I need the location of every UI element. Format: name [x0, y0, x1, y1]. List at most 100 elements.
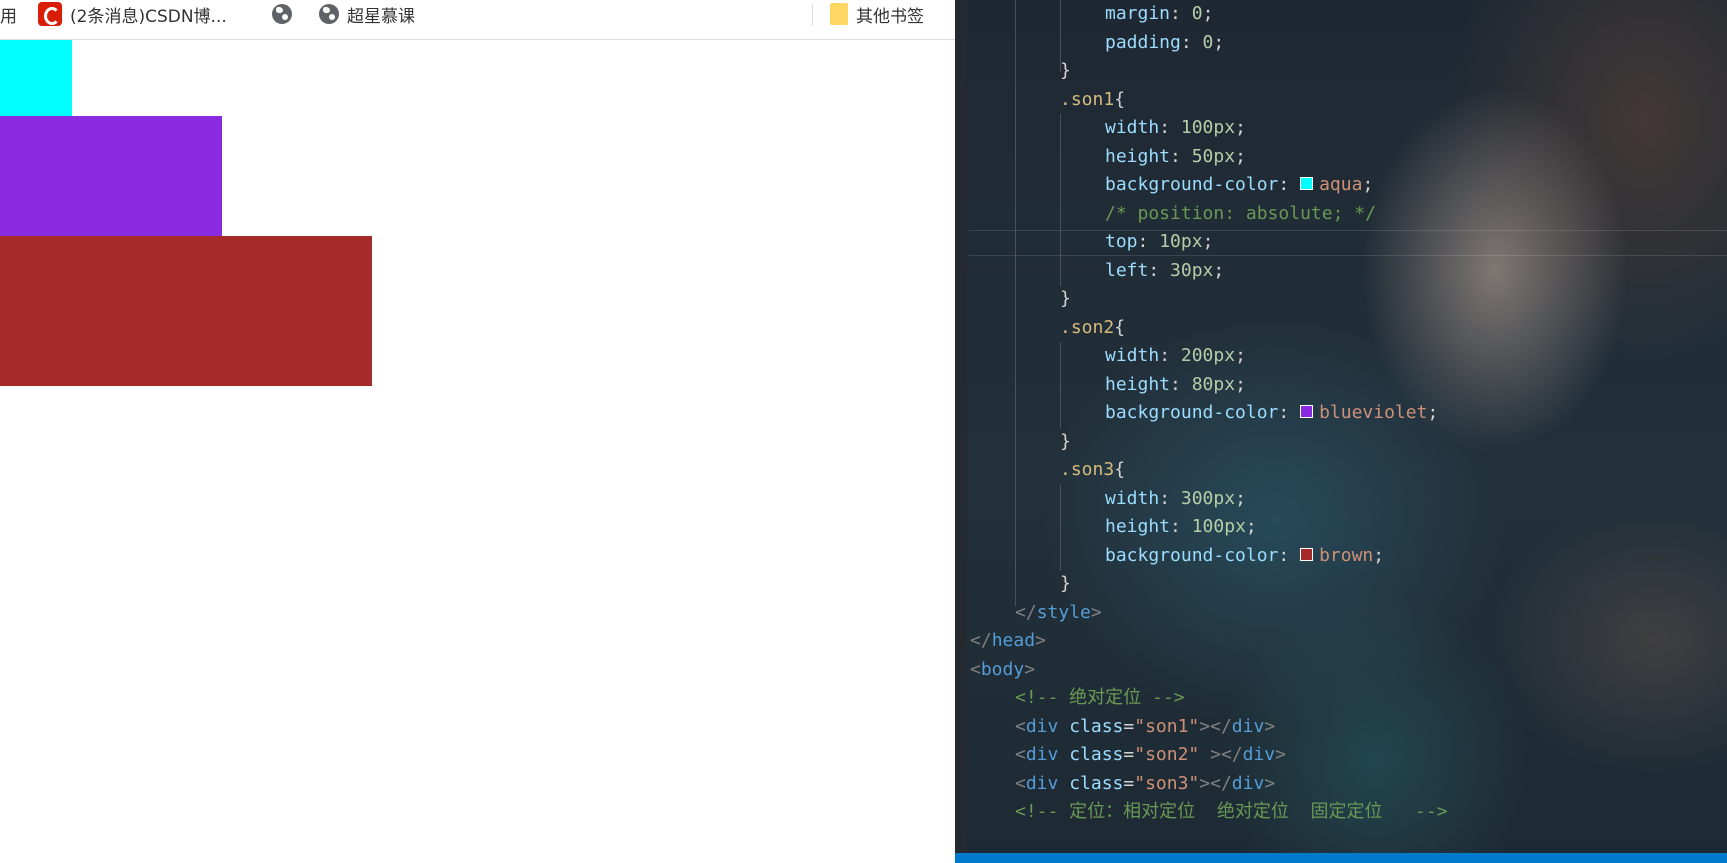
current-line-highlight	[969, 230, 1727, 256]
indent-guide	[1060, 342, 1061, 428]
code-token: <	[970, 658, 981, 680]
code-token: ;	[1202, 231, 1214, 252]
code-token: ;	[1235, 345, 1246, 366]
bookmark-unnamed[interactable]	[272, 0, 300, 28]
code-editor[interactable]: margin: 0; padding: 0;} .son1{width: 100px…	[955, 0, 1727, 863]
color-swatch-icon[interactable]	[1300, 405, 1314, 418]
code-token: }	[1060, 430, 1071, 452]
code-token: width	[1105, 117, 1160, 138]
code-token: :	[1159, 487, 1181, 509]
bookmark-label: 其他书签	[856, 6, 924, 27]
color-swatch-icon[interactable]	[1300, 547, 1314, 561]
bookmarks-divider	[812, 4, 813, 26]
code-token: 10px	[1159, 231, 1203, 252]
code-token: .son3	[1060, 459, 1115, 480]
code-token: height	[1105, 145, 1171, 167]
code-token: 0	[1191, 3, 1203, 24]
code-token: top	[1105, 231, 1138, 252]
code-line: background-color: brown;	[1105, 542, 1384, 570]
code-token: <!-- 定位：相对定位 绝对定位 固定定位 -->	[1015, 801, 1448, 822]
globe-icon	[319, 4, 339, 24]
bookmark-label: (2条消息)CSDN博...	[70, 6, 227, 27]
code-line: height: 100px;	[1105, 513, 1257, 541]
code-token: ;	[1373, 544, 1385, 566]
code-line: margin: 0;	[1105, 0, 1213, 28]
bookmark-apps[interactable]: 用	[0, 0, 17, 28]
code-token: class	[1069, 715, 1124, 737]
code-token: /* position: absolute; */	[1105, 202, 1376, 224]
code-line: }	[1060, 285, 1071, 313]
code-token: "son2"	[1134, 744, 1200, 765]
code-token: 50px	[1191, 145, 1236, 167]
indent-guide	[1060, 114, 1061, 286]
code-token: >	[1264, 772, 1276, 794]
code-token: }	[1060, 288, 1071, 309]
code-line: width: 100px;	[1105, 114, 1246, 142]
code-token: width	[1105, 345, 1160, 366]
code-token: :	[1278, 174, 1301, 195]
bookmark-chaoxing[interactable]: 超星慕课	[319, 0, 415, 28]
code-token: width	[1105, 487, 1160, 509]
code-token: 0	[1202, 31, 1214, 53]
code-line: .son2{	[1060, 314, 1125, 342]
code-token: class	[1069, 772, 1124, 794]
code-token: height	[1105, 516, 1171, 537]
code-token: :	[1170, 3, 1192, 24]
code-line: height: 80px;	[1105, 371, 1246, 399]
screen: 用 (2条消息)CSDN博... 超星慕课 其他书签 margin: 0; pa…	[0, 0, 1727, 863]
code-token: head	[991, 630, 1036, 651]
son3-box	[0, 236, 372, 386]
code-line: <body>	[970, 656, 1035, 684]
code-token: ;	[1235, 117, 1246, 138]
code-token: {	[1114, 316, 1126, 338]
code-token: background-color	[1105, 402, 1279, 423]
code-token: ;	[1213, 31, 1225, 53]
code-token: blueviolet	[1319, 402, 1428, 423]
code-token: height	[1105, 373, 1171, 395]
indent-guide	[1015, 0, 1016, 606]
son2-box	[0, 116, 222, 236]
code-token: "son1"	[1134, 715, 1200, 737]
code-line: </style>	[1015, 599, 1102, 627]
code-token: brown	[1319, 544, 1374, 566]
color-swatch-icon[interactable]	[1300, 177, 1314, 190]
code-line: <div class="son1"></div>	[1015, 713, 1275, 741]
code-token: left	[1105, 259, 1149, 281]
code-line: <div class="son3"></div>	[1015, 770, 1275, 798]
code-token: :	[1170, 145, 1192, 167]
code-token: </	[1015, 601, 1037, 623]
code-line: }	[1060, 570, 1071, 598]
bookmark-csdn[interactable]: (2条消息)CSDN博...	[38, 0, 227, 28]
code-line: <div class="son2" ></div>	[1015, 741, 1286, 769]
code-token: >	[1275, 744, 1286, 765]
code-token: 300px	[1180, 487, 1236, 509]
code-token: }	[1060, 573, 1071, 594]
code-token: :	[1278, 544, 1301, 566]
code-token: ;	[1202, 3, 1214, 24]
bookmark-other[interactable]: 其他书签	[830, 0, 924, 28]
code-token: =	[1123, 744, 1135, 765]
code-line: }	[1060, 57, 1071, 85]
code-line: left: 30px;	[1105, 257, 1224, 285]
code-token: :	[1278, 402, 1301, 423]
code-token: >	[1264, 715, 1276, 737]
code-token: div	[1231, 772, 1265, 794]
code-token: "son3"	[1134, 772, 1200, 794]
code-token: :	[1170, 373, 1192, 395]
folder-icon	[830, 3, 848, 25]
bookmark-label: 超星慕课	[347, 6, 415, 27]
code-token: aqua	[1319, 174, 1363, 195]
code-token: ;	[1213, 259, 1225, 281]
code-token: div	[1242, 744, 1276, 765]
code-token: {	[1114, 459, 1126, 480]
code-token: :	[1180, 31, 1203, 53]
code-line: .son1{	[1060, 86, 1125, 114]
code-token: ;	[1235, 487, 1246, 509]
code-token: >	[1035, 630, 1046, 651]
code-line: /* position: absolute; */	[1105, 200, 1376, 228]
code-token: class	[1069, 744, 1124, 765]
code-line: .son3{	[1060, 456, 1125, 484]
code-line: <!-- 绝对定位 -->	[1015, 684, 1185, 712]
